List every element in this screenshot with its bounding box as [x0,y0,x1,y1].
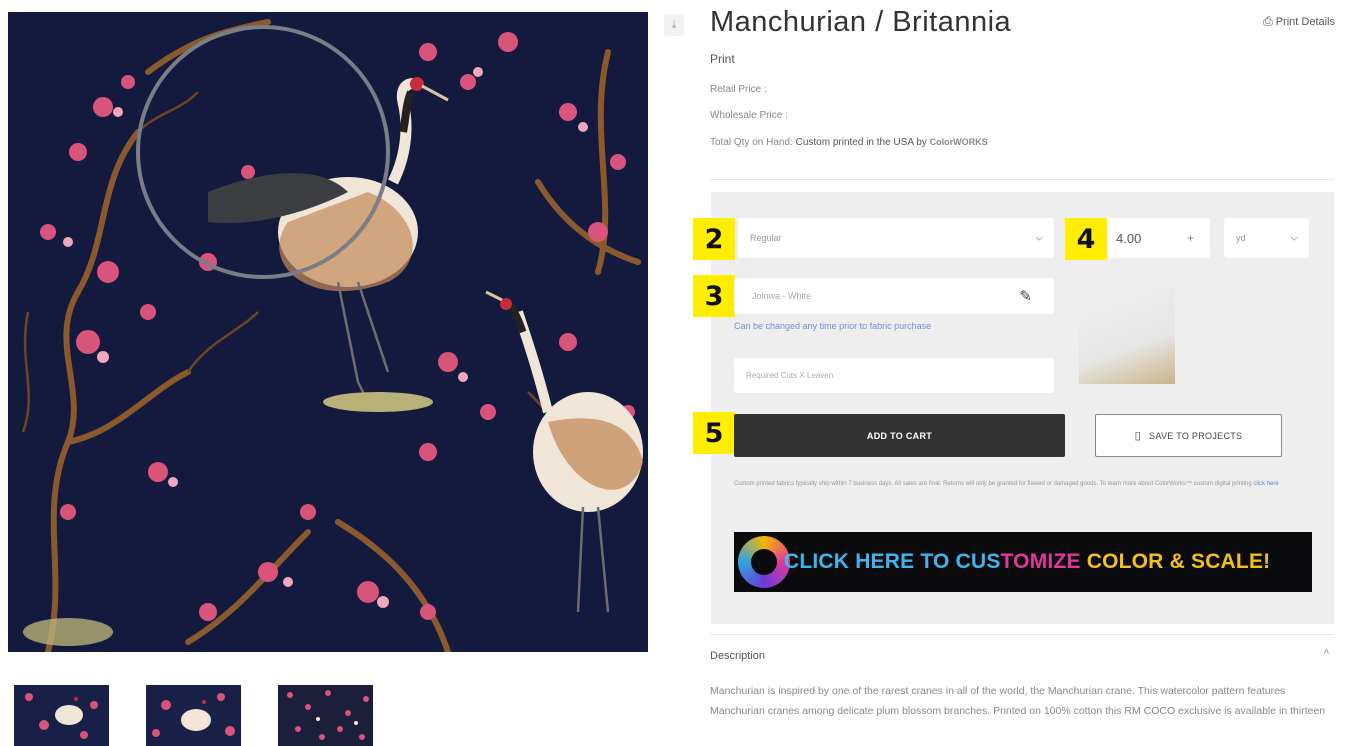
printer-icon: ⎙ [1263,14,1273,28]
banner-text-part: TOMIZE [1000,550,1081,573]
crane-pattern-illustration [8,12,648,652]
qty-label: Total Qty on Hand: [710,137,793,148]
annotation-badge-3: 3 [693,275,735,317]
wholesale-price-label: Wholesale Price : [710,110,788,121]
product-main-image[interactable] [8,12,648,652]
qty-value: Custom printed in the USA by [795,137,927,148]
description-header[interactable]: Description [710,650,765,662]
quantity-stepper[interactable]: 4.00 + [1108,218,1210,258]
product-type: Print [710,52,735,66]
print-details-label: Print Details [1275,15,1335,28]
ground-color-value: Jolnwa - White [752,291,812,301]
chevron-down-icon: ⌵ [1035,232,1043,244]
print-details-button[interactable]: ⎙ Print Details [1263,14,1335,29]
ground-color-swatch[interactable] [1079,288,1175,384]
save-to-projects-button[interactable]: ▯ SAVE TO PROJECTS [1095,414,1282,457]
save-to-projects-label: SAVE TO PROJECTS [1149,430,1243,441]
retail-price-label: Retail Price : [710,84,767,95]
ground-color-field[interactable]: Jolnwa - White ✎ [734,278,1054,314]
shipping-note-text: Custom printed fabrics typically ship wi… [734,481,1252,487]
download-button[interactable]: ⤓ [664,14,684,36]
divider [710,634,1334,635]
quantity-increment-button[interactable]: + [1187,231,1194,245]
scale-select[interactable]: Regular ⌵ [738,218,1054,258]
chevron-down-icon: ⌵ [1290,232,1298,244]
thumbnail-gallery [14,685,373,746]
download-icon: ⤓ [671,18,677,31]
banner-text-part: CLICK HERE TO CUS [784,550,1001,573]
thumbnail-1[interactable] [14,685,109,746]
banner-text: CLICK HERE TO CUSTOMIZE COLOR & SCALE! [784,550,1270,574]
qty-on-hand-line: Total Qty on Hand: Custom printed in the… [710,137,988,148]
banner-text-part: COLOR & SCALE! [1080,550,1271,573]
required-cuts-input[interactable] [734,358,1054,393]
divider [710,179,1334,180]
annotation-badge-4: 4 [1065,218,1107,260]
quantity-value: 4.00 [1116,230,1142,246]
scale-select-value: Regular [750,233,782,243]
colorworks-ring-icon [738,536,790,588]
customize-color-scale-banner[interactable]: CLICK HERE TO CUSTOMIZE COLOR & SCALE! [734,532,1312,592]
product-title: Manchurian / Britannia [710,6,1012,38]
add-to-cart-button[interactable]: ADD TO CART [734,414,1065,457]
pencil-icon[interactable]: ✎ [1019,287,1032,305]
bookmark-icon: ▯ [1134,430,1142,442]
annotation-badge-2: 2 [693,218,735,260]
annotation-badge-5: 5 [693,412,735,454]
chevron-up-icon[interactable]: ^ [1324,648,1329,660]
change-note: Can be changed any time prior to fabric … [734,321,932,331]
shipping-note: Custom printed fabrics typically ship wi… [734,476,1294,493]
unit-select-value: yd [1236,233,1246,243]
thumbnail-2[interactable] [146,685,241,746]
thumbnail-3[interactable] [278,685,373,746]
description-body: Manchurian is inspired by one of the rar… [710,685,1326,717]
colorworks-logo: ColorWORKS [929,137,988,147]
unit-select[interactable]: yd ⌵ [1224,218,1309,258]
learn-more-link[interactable]: click here [1253,481,1278,487]
